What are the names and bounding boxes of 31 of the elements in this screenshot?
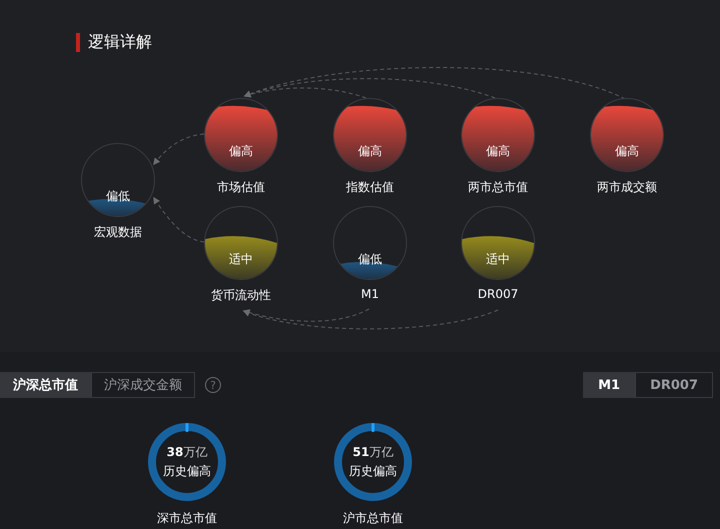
tab[interactable]: 沪深成交金额 (91, 372, 195, 398)
status-text: 偏高 (614, 143, 640, 160)
status-text: 适中 (485, 251, 511, 268)
title-accent-bar (76, 33, 80, 52)
node-label: 指数估值 (346, 179, 394, 196)
connector-arrow (153, 134, 204, 166)
node-label: 货币流动性 (211, 287, 271, 304)
status-text: 适中 (228, 251, 254, 268)
node-label: 两市总市值 (468, 179, 528, 196)
node-label: 市场估值 (217, 179, 265, 196)
status-text: 偏低 (357, 251, 383, 268)
status-text: 历史偏高 (163, 463, 211, 480)
status-text: 偏高 (228, 143, 254, 160)
gauge-label: 沪市总市值 (343, 510, 403, 527)
status-text: 偏高 (357, 143, 383, 160)
value-text: 38万亿 (166, 444, 208, 461)
gauge-label: 深市总市值 (157, 510, 217, 527)
tab[interactable]: M1 (583, 372, 636, 398)
node-label: DR007 (478, 287, 518, 301)
connector-arrow (153, 196, 204, 242)
tab[interactable]: DR007 (635, 372, 713, 398)
node-label: 两市成交额 (597, 179, 657, 196)
node-label: 宏观数据 (94, 224, 142, 241)
tab[interactable]: 沪深总市值 (0, 372, 91, 398)
help-icon[interactable]: ? (205, 377, 221, 393)
section-title: 逻辑详解 (88, 32, 152, 53)
status-text: 偏低 (105, 188, 131, 205)
value-text: 51万亿 (352, 444, 394, 461)
status-text: 偏高 (485, 143, 511, 160)
status-text: 历史偏高 (349, 463, 397, 480)
node-label: M1 (361, 287, 379, 301)
